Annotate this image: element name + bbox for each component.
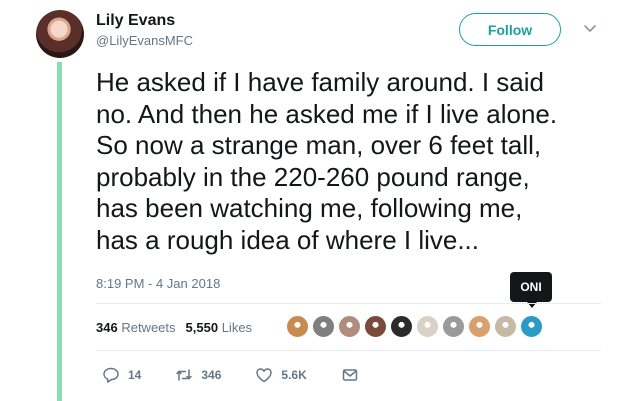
retweets-label: Retweets [121,320,176,335]
likes-label: Likes [221,320,253,335]
chevron-down-icon[interactable] [582,22,598,36]
reply-button[interactable]: 14 [102,366,141,384]
thread-line [57,62,62,401]
liker-avatar[interactable] [520,315,543,338]
reply-count: 14 [128,368,142,382]
liker-avatars [286,315,543,338]
heart-icon [256,368,273,383]
liker-avatar[interactable] [468,315,491,338]
retweets-count: 346 [96,320,118,335]
envelope-icon [342,369,357,381]
reply-icon [103,367,119,383]
author-handle[interactable]: @LilyEvansMFC [96,33,193,48]
liker-avatar[interactable] [416,315,439,338]
author-name[interactable]: Lily Evans [96,12,175,30]
avatar[interactable] [36,10,84,58]
divider [96,303,601,304]
user-tooltip: ONI [510,272,552,308]
retweet-count: 346 [201,368,222,382]
likes-stat[interactable]: 5,550 Likes [186,320,253,335]
liker-avatar[interactable] [338,315,361,338]
retweet-button[interactable]: 346 [175,366,221,384]
like-button[interactable]: 5.6K [255,366,307,384]
likes-count: 5,550 [185,320,219,335]
retweet-icon [176,369,193,381]
divider [96,350,601,351]
liker-avatar[interactable] [364,315,387,338]
tweet-text: He asked if I have family around. I said… [96,67,558,255]
liker-avatar[interactable] [494,315,517,338]
liker-avatar[interactable] [442,315,465,338]
tweet-actions: 14 346 5.6K [102,366,393,384]
liker-avatar[interactable] [312,315,335,338]
tweet-timestamp[interactable]: 8:19 PM - 4 Jan 2018 [96,276,220,291]
liker-avatar[interactable] [390,315,413,338]
tweet-stats: 346 Retweets 5,550 Likes [96,320,252,335]
retweets-stat[interactable]: 346 Retweets [96,320,176,335]
direct-message-button[interactable] [341,366,359,384]
like-count: 5.6K [281,368,307,382]
liker-avatar[interactable] [286,315,309,338]
follow-button[interactable]: Follow [459,13,561,46]
